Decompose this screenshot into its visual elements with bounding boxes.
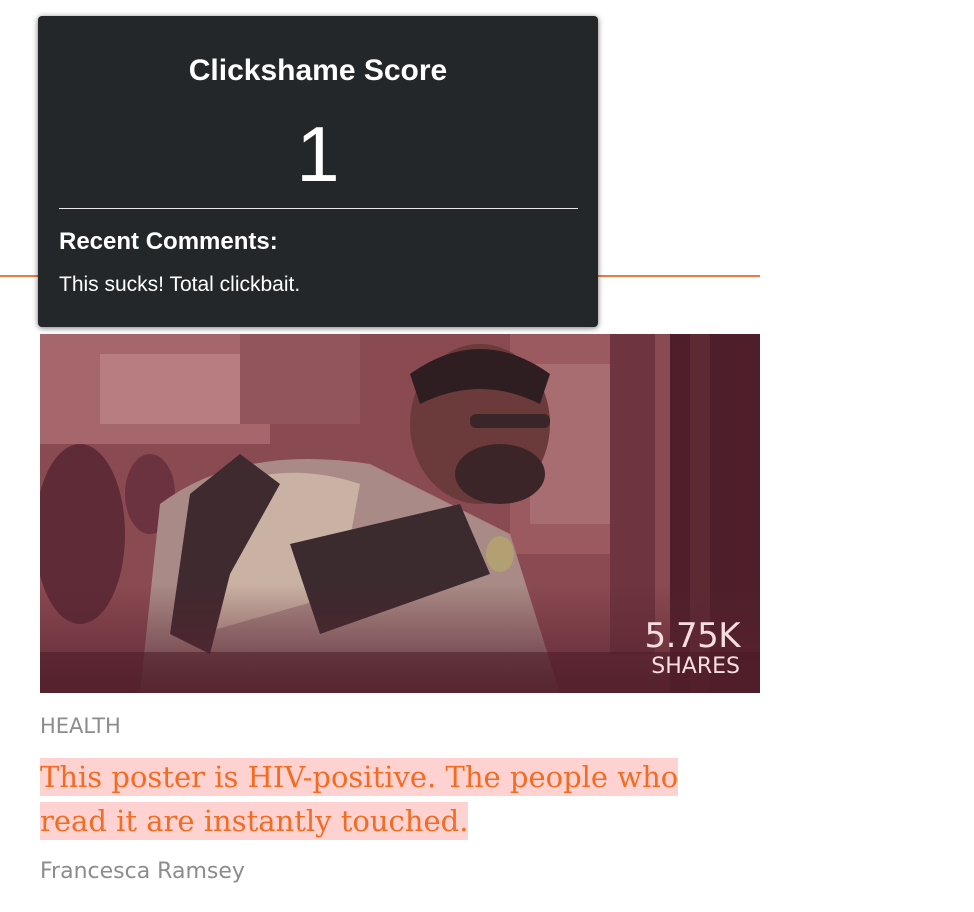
shares-label: SHARES	[651, 654, 740, 679]
popup-divider	[59, 208, 578, 209]
clickshame-score: 1	[296, 110, 340, 198]
clickshame-popup: Clickshame Score 1 Recent Comments: This…	[38, 16, 598, 327]
shares-number: 5.75K	[644, 616, 741, 656]
article-headline-link[interactable]: This poster is HIV-positive. The people …	[40, 755, 740, 843]
page: Clickshame Score 1 Recent Comments: This…	[0, 0, 974, 912]
article-author[interactable]: Francesca Ramsey	[40, 857, 245, 887]
popup-title: Clickshame Score	[188, 54, 448, 87]
recent-comment: This sucks! Total clickbait.	[59, 273, 301, 296]
article-category[interactable]: HEALTH	[40, 713, 121, 739]
recent-comments-heading: Recent Comments:	[59, 228, 278, 255]
share-count: 5.75K SHARES	[645, 617, 741, 679]
article-headline: This poster is HIV-positive. The people …	[40, 758, 679, 840]
article-thumbnail[interactable]: 5.75K SHARES	[40, 334, 760, 693]
